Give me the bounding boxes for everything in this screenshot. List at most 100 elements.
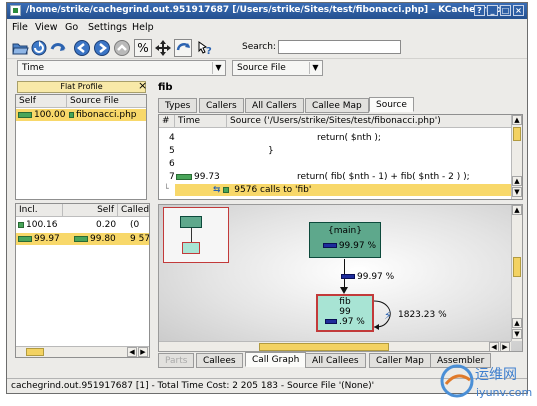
column-header-self[interactable]: Self (63, 204, 118, 217)
menu-go[interactable]: Go (65, 22, 78, 33)
scrollbar-thumb[interactable] (513, 127, 521, 141)
cost-bar (341, 274, 355, 279)
tab-callers[interactable]: Callers (199, 98, 244, 113)
tab-all-callers[interactable]: All Callers (245, 98, 304, 113)
scrollbar-thumb[interactable] (513, 257, 521, 277)
edge-cost: 99.97 % (341, 272, 394, 282)
scroll-down-icon[interactable]: ▼ (512, 329, 522, 339)
node-cost: .97 % (318, 317, 372, 327)
column-header-line[interactable]: # (159, 115, 175, 128)
maximize-button[interactable]: □ (500, 5, 511, 16)
graph-node-main[interactable]: {main} 99.97 % (309, 222, 381, 258)
column-header-self[interactable]: Self (16, 95, 67, 108)
incl-value: 99.97 (34, 234, 60, 244)
scroll-right-icon[interactable]: ▶ (138, 347, 148, 357)
column-header-time[interactable]: Time (175, 115, 227, 128)
function-list: Incl. Self Called 100.16 0.20 (0 99.97 9… (15, 203, 150, 358)
minimap-node (180, 216, 202, 228)
incl-value: 100.16 (26, 220, 58, 230)
vertical-scrollbar[interactable]: ▲ ▲ ▼ (511, 115, 522, 199)
close-button[interactable]: × (513, 5, 524, 16)
watermark-cn: 运维网 (475, 367, 517, 383)
forward-icon[interactable] (93, 39, 111, 57)
scroll-left-icon[interactable]: ◀ (127, 347, 137, 357)
tab-callees[interactable]: Callees (196, 353, 243, 368)
horizontal-scrollbar[interactable]: ◀ ▶ (159, 341, 511, 351)
file-name: fibonacci.php (76, 110, 137, 120)
scroll-left-icon[interactable]: ◀ (489, 342, 499, 351)
graph-overview-minimap[interactable] (163, 207, 229, 263)
scroll-right-icon[interactable]: ▶ (500, 342, 510, 351)
source-view: # Time Source ('/Users/strike/Sites/test… (158, 114, 523, 200)
svg-text:?: ? (206, 46, 212, 57)
table-row[interactable]: 99.97 (18, 234, 60, 244)
column-header-called[interactable]: Called (118, 204, 149, 217)
search-input[interactable] (278, 40, 401, 54)
menu-file[interactable]: File (12, 22, 28, 33)
grouping-combo[interactable]: Source File ▼ (232, 60, 323, 76)
cost-bar (18, 111, 32, 118)
column-header-source[interactable]: Source ('/Users/strike/Sites/test/fibona… (227, 115, 512, 128)
menu-help[interactable]: Help (132, 22, 154, 33)
scroll-up-icon[interactable]: ▲ (512, 318, 522, 328)
menu-settings[interactable]: Settings (88, 22, 127, 33)
tab-all-callees[interactable]: All Callees (305, 353, 366, 368)
reload-icon[interactable] (30, 39, 48, 57)
flat-profile-header: Flat Profile (17, 81, 146, 93)
kcachegrind-window: /home/strike/cachegrind.out.951917687 [/… (6, 2, 528, 394)
graph-node-fib[interactable]: fib 99 .97 % (316, 294, 374, 332)
scroll-up-icon[interactable]: ▲ (512, 205, 522, 215)
source-line[interactable]: } (268, 146, 274, 156)
tab-parts[interactable]: Parts (158, 353, 195, 368)
self-value: 99.80 (90, 234, 116, 244)
scrollbar-thumb[interactable] (259, 343, 389, 351)
source-line[interactable]: return( $nth ); (317, 133, 381, 143)
list-item[interactable]: 100.00 (18, 110, 66, 120)
app-icon[interactable] (10, 5, 21, 16)
scroll-up-icon[interactable]: ▲ (512, 115, 522, 125)
horizontal-scrollbar[interactable]: ◀ ▶ (16, 346, 149, 357)
chevron-down-icon: ▼ (212, 62, 224, 74)
vertical-scrollbar[interactable]: ▲ ▲ ▼ (511, 205, 522, 341)
help-button[interactable]: ? (474, 5, 485, 16)
event-type-combo[interactable]: Time ▼ (17, 60, 226, 76)
grouping-value: Source File (237, 63, 286, 73)
column-header-source-file[interactable]: Source File (67, 95, 146, 108)
call-graph-view[interactable]: {main} 99.97 % 99.97 % fib 99 .97 % ⚡ 18… (158, 204, 523, 352)
back-icon[interactable] (73, 39, 91, 57)
watermark-globe-icon (440, 364, 474, 398)
scroll-down-icon[interactable]: ▼ (512, 187, 522, 197)
chevron-down-icon: ▼ (309, 62, 321, 74)
minimize-button[interactable]: _ (487, 5, 498, 16)
line-number: 4 (169, 133, 175, 143)
toolbar: % ? Search: (7, 37, 527, 59)
cycle-detection-icon[interactable] (174, 39, 192, 57)
self-cell: 99.80 (74, 234, 116, 244)
menu-bar: File View Go Settings Help (7, 20, 527, 36)
source-line[interactable]: return( fib( $nth - 1) + fib( $nth - 2 )… (297, 172, 470, 182)
minimap-edge (191, 228, 192, 242)
call-row[interactable]: ⇆ 9576 calls to 'fib' (213, 185, 311, 195)
move-arrows-icon[interactable] (154, 39, 172, 57)
node-cost-value: .97 % (339, 317, 365, 327)
close-panel-icon[interactable]: × (138, 79, 147, 92)
arrow-head-icon (340, 287, 348, 294)
window-title: /home/strike/cachegrind.out.951917687 [/… (26, 5, 503, 15)
tab-callee-map[interactable]: Callee Map (305, 98, 369, 113)
scroll-up-icon[interactable]: ▲ (512, 176, 522, 186)
table-row[interactable]: 100.16 (18, 220, 58, 230)
list-item-file[interactable]: fibonacci.php (69, 110, 137, 120)
tab-caller-map[interactable]: Caller Map (369, 353, 431, 368)
tab-call-graph[interactable]: Call Graph (245, 352, 307, 367)
tab-types[interactable]: Types (158, 98, 198, 113)
menu-view[interactable]: View (35, 22, 58, 33)
scrollbar-thumb[interactable] (26, 348, 44, 356)
relative-percent-toggle[interactable]: % (134, 39, 152, 57)
column-header-incl[interactable]: Incl. (16, 204, 63, 217)
watermark-logo: 运维网 iyunv.com (440, 360, 535, 404)
dump-icon[interactable] (49, 39, 67, 57)
tab-source[interactable]: Source (369, 97, 414, 112)
up-icon[interactable] (113, 39, 131, 57)
open-folder-icon[interactable] (11, 39, 29, 57)
help-whatsthis-icon[interactable]: ? (196, 39, 214, 57)
